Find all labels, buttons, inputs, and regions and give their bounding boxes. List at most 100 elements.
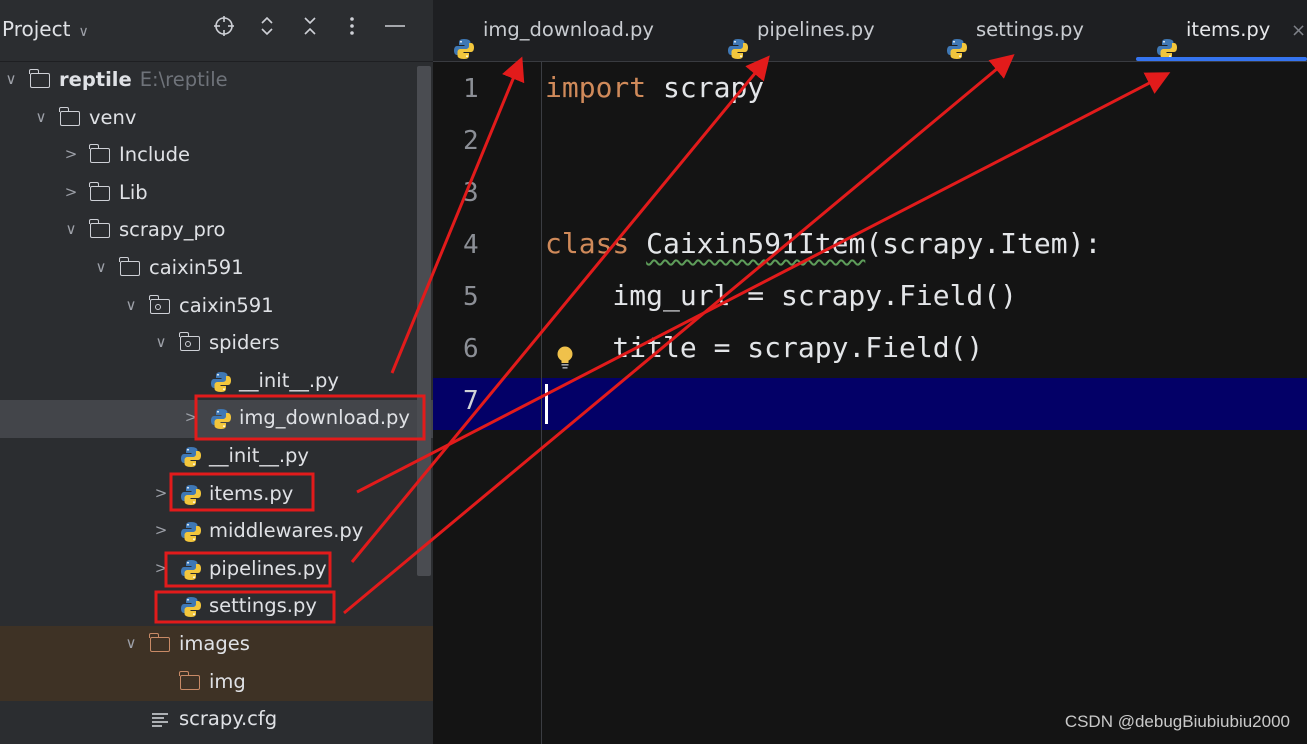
tree-item[interactable]: ∨ caixin591	[0, 288, 433, 326]
folder-icon	[89, 219, 112, 240]
tree-item-label: scrapy_pro	[119, 218, 225, 241]
package-icon	[179, 332, 202, 353]
tree-item[interactable]: ∨ spiders	[0, 325, 433, 363]
item-name: reptile	[59, 68, 132, 91]
chevron-right-icon[interactable]: >	[184, 408, 198, 426]
keyword: import	[545, 71, 647, 104]
item-name: caixin591	[179, 293, 274, 317]
text-caret	[545, 384, 548, 424]
tab-label: items.py	[1186, 18, 1271, 41]
item-name: pipelines.py	[209, 556, 327, 580]
keyword: class	[545, 227, 630, 260]
tree-item[interactable]: img	[0, 663, 433, 702]
chevron-down-icon[interactable]: ∨	[154, 333, 168, 351]
code-text: title = scrapy.Field()	[545, 331, 984, 364]
tree-item-label: img	[209, 670, 246, 693]
python-file-icon	[180, 521, 202, 543]
editor-area: img_download.py pipelines.py settings.py…	[433, 0, 1307, 744]
item-name: scrapy_pro	[119, 218, 226, 242]
folder-icon	[59, 106, 82, 128]
chevron-down-icon: ∨	[78, 24, 89, 40]
tree-item-label: Lib	[119, 181, 148, 204]
chevron-down-icon[interactable]: ∨	[94, 258, 108, 276]
code-line-1: import scrapy	[545, 71, 764, 104]
python-file-icon	[1156, 19, 1178, 59]
more-options-icon[interactable]	[338, 14, 366, 46]
tree-item-label: __init__.py	[239, 369, 339, 392]
tree-item[interactable]: > items.py	[0, 476, 433, 514]
line-number: 4	[463, 230, 479, 260]
tree-item-label: caixin591	[149, 256, 244, 279]
code-line-4: class Caixin591Item(scrapy.Item):	[545, 227, 1101, 260]
tree-item[interactable]: > middlewares.py	[0, 513, 433, 551]
tree-item[interactable]: ∨ scrapy_pro	[0, 212, 433, 250]
folder-icon	[149, 633, 172, 654]
folder-icon	[119, 257, 142, 278]
tree-item-label: caixin591	[179, 294, 274, 317]
chevron-right-icon[interactable]: >	[64, 183, 78, 201]
code-text: img_url = scrapy.Field()	[545, 279, 1018, 312]
locate-icon[interactable]	[210, 14, 238, 46]
tree-item[interactable]: __init__.py	[0, 438, 433, 476]
package-icon	[149, 294, 172, 316]
tree-item[interactable]: ∨ venv	[0, 100, 433, 138]
tree-item[interactable]: scrapy.cfg	[0, 701, 433, 739]
class-name: Caixin591Item	[646, 227, 866, 260]
line-number: 7	[463, 386, 479, 416]
tree-item-label: images	[179, 632, 250, 655]
item-name: img	[209, 669, 246, 693]
project-panel: Project ∨ ∨ reptile E:\reptile ∨ venv > Include…	[0, 0, 433, 744]
tree-item[interactable]: > img_download.py	[0, 400, 433, 438]
code-editor[interactable]: 1 2 3 4 5 6 7 import scrapy class Caixin…	[433, 62, 1307, 744]
tree-item-label: __init__.py	[209, 444, 309, 467]
tree-item-label: reptile E:\reptile	[59, 68, 228, 91]
chevron-down-icon[interactable]: ∨	[64, 220, 78, 238]
expand-all-icon[interactable]	[253, 14, 281, 46]
tree-item[interactable]: > Lib	[0, 175, 433, 213]
tree-item[interactable]: __init__.py	[0, 363, 433, 401]
tree-item-label: img_download.py	[239, 406, 410, 429]
chevron-down-icon[interactable]: ∨	[124, 634, 138, 652]
folder-icon	[89, 144, 112, 165]
close-tab-icon[interactable]: ×	[1291, 20, 1306, 41]
project-view-selector[interactable]: Project ∨	[2, 17, 89, 41]
code-text: scrapy	[646, 71, 765, 104]
chevron-down-icon[interactable]: ∨	[124, 296, 138, 314]
gutter-separator	[541, 62, 542, 744]
python-file-icon	[180, 559, 202, 580]
project-panel-header: Project ∨	[0, 0, 433, 62]
python-file-icon	[180, 596, 202, 618]
chevron-down-icon[interactable]: ∨	[34, 108, 48, 126]
tree-item[interactable]: ∨ reptile E:\reptile	[0, 62, 433, 100]
tree-item[interactable]: > pipelines.py	[0, 551, 433, 589]
tab-label: pipelines.py	[757, 18, 875, 41]
lightbulb-icon[interactable]	[556, 345, 574, 375]
tree-item[interactable]: settings.py	[0, 588, 433, 626]
chevron-down-icon[interactable]: ∨	[4, 70, 18, 88]
collapse-all-icon[interactable]	[296, 14, 324, 46]
item-name: spiders	[209, 331, 280, 355]
chevron-right-icon[interactable]: >	[154, 559, 168, 577]
tree-item-label: items.py	[209, 482, 293, 505]
item-name: settings.py	[209, 594, 317, 618]
chevron-right-icon[interactable]: >	[154, 521, 168, 539]
code-text: (scrapy.Item):	[865, 227, 1102, 260]
folder-icon	[29, 69, 52, 90]
project-title: Project	[2, 17, 71, 41]
tree-item[interactable]: ∨ images	[0, 626, 433, 664]
item-name: __init__.py	[209, 444, 309, 467]
tree-item[interactable]: > Include	[0, 137, 433, 175]
chevron-right-icon[interactable]: >	[64, 145, 78, 163]
hide-panel-icon[interactable]	[381, 14, 409, 46]
tree-item-label: middlewares.py	[209, 519, 363, 542]
item-name: scrapy.cfg	[179, 707, 278, 731]
tree-item[interactable]: ∨ caixin591	[0, 250, 433, 288]
item-path-hint: E:\reptile	[139, 68, 228, 91]
item-name: Lib	[119, 180, 148, 204]
python-file-icon	[946, 19, 968, 59]
chevron-right-icon[interactable]: >	[154, 484, 168, 502]
config-file-icon	[150, 709, 172, 729]
python-file-icon	[180, 484, 202, 505]
item-name: images	[179, 632, 250, 655]
project-tree-scrollbar[interactable]	[417, 66, 431, 576]
